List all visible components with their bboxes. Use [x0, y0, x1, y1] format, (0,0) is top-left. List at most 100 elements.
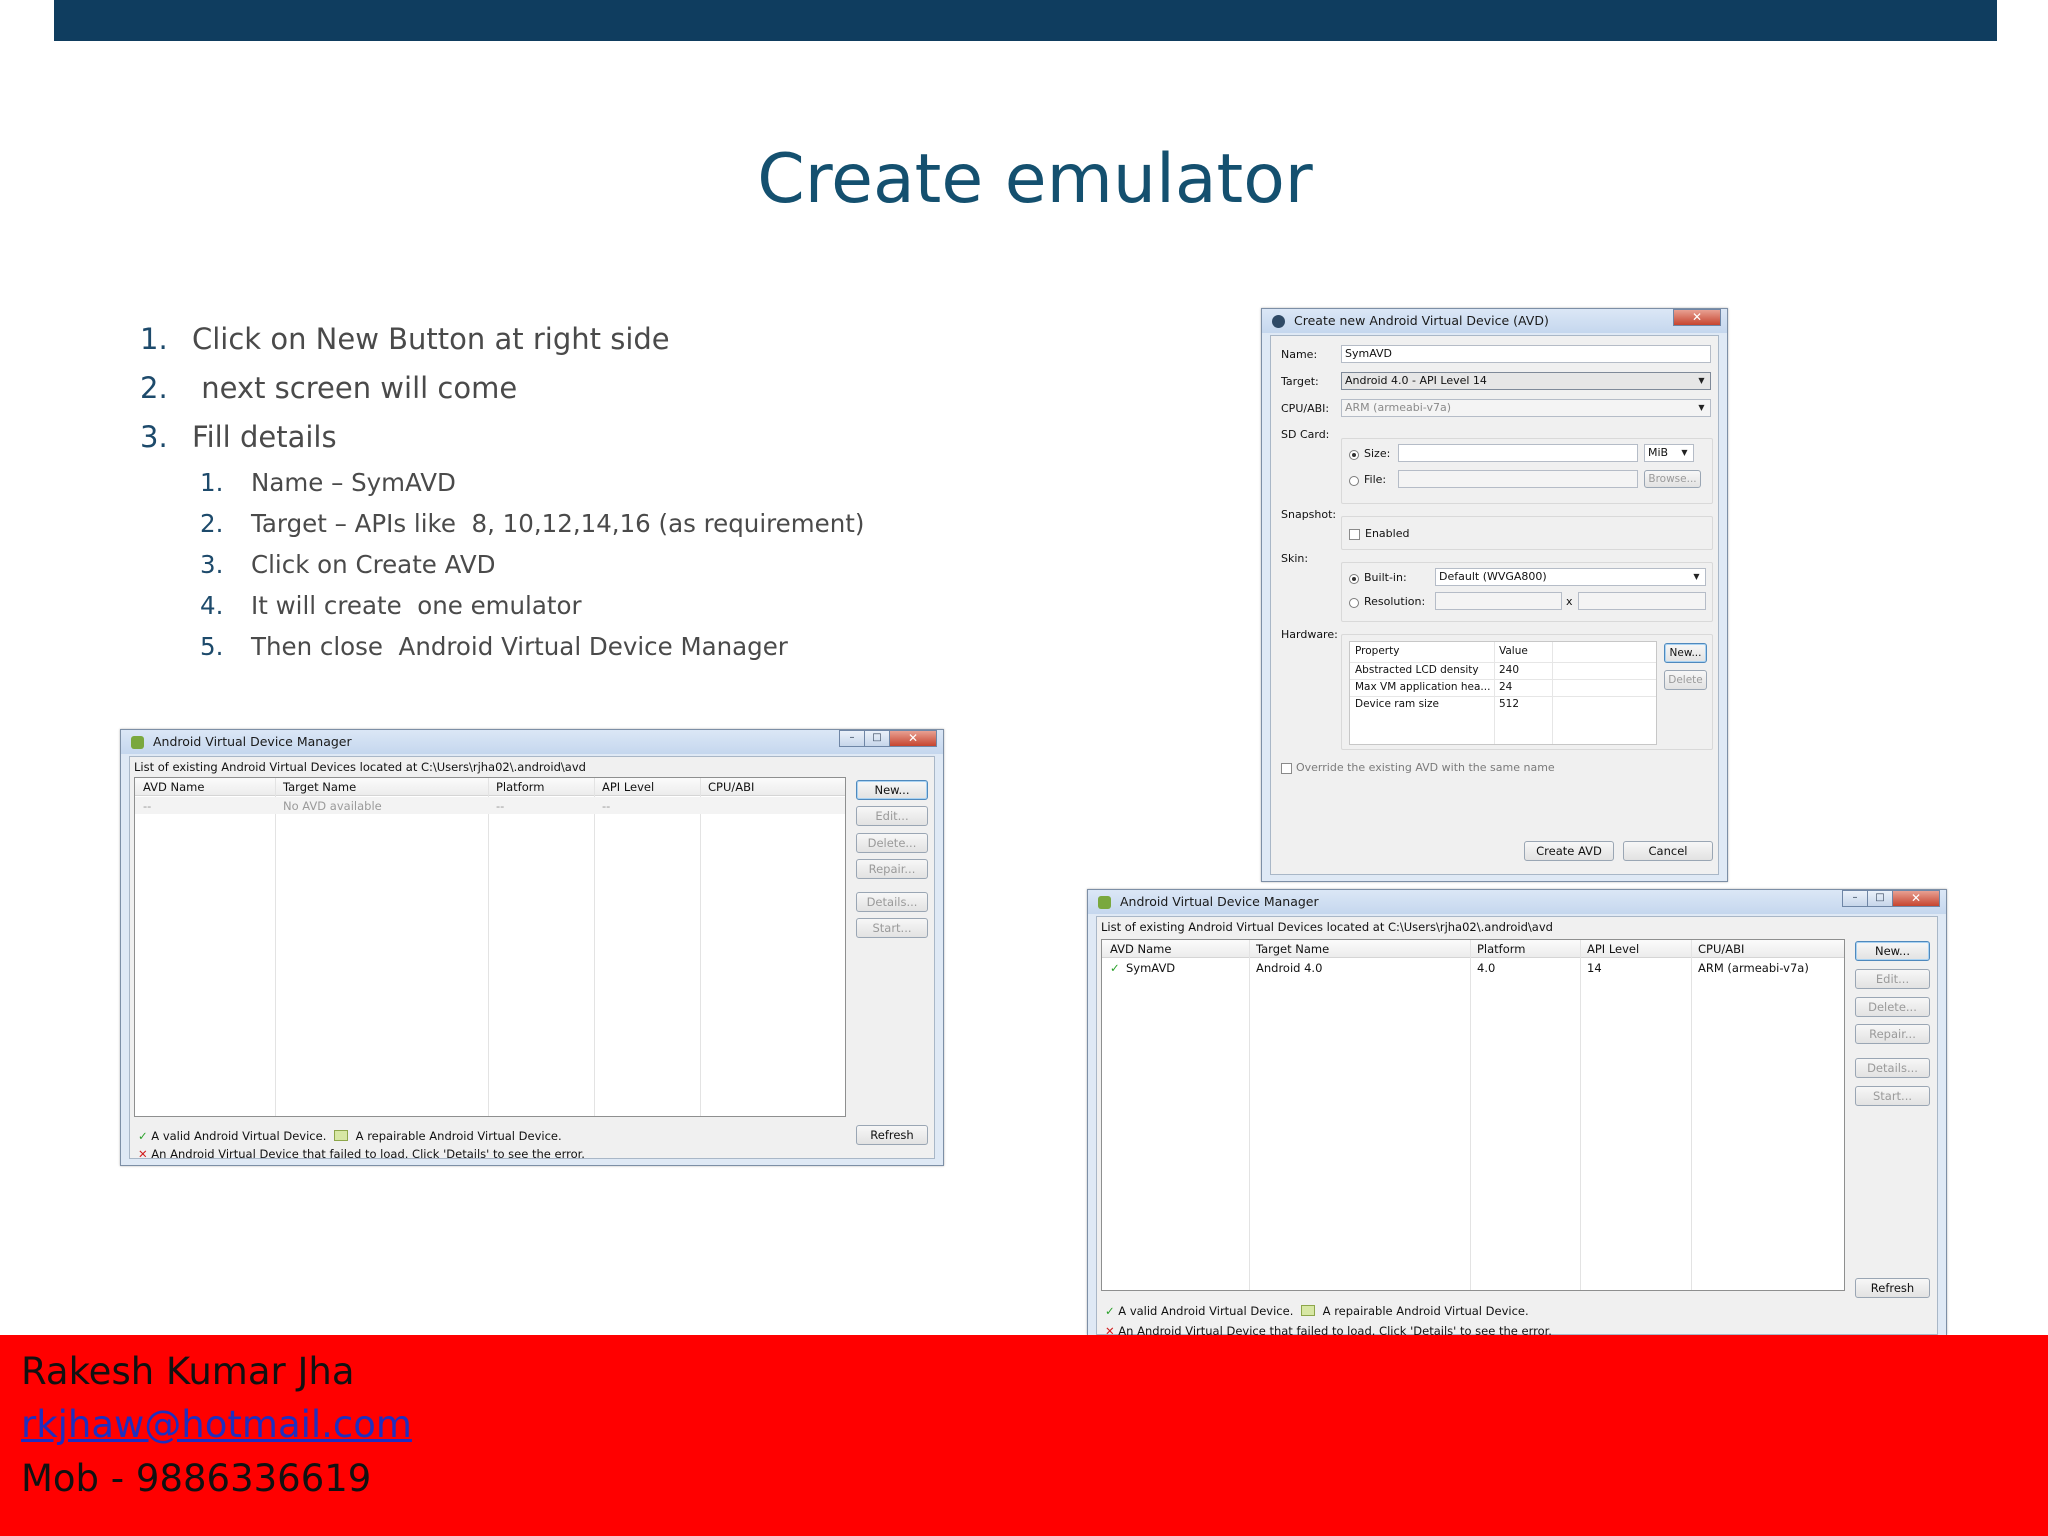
cpu-abi-value: ARM (armeabi-v7a) — [1345, 401, 1451, 414]
file-input[interactable] — [1398, 470, 1638, 488]
step-number: 1. — [140, 322, 168, 356]
top-accent-bar — [54, 0, 1997, 41]
column-header-cpu-abi[interactable]: CPU/ABI — [1698, 942, 1744, 956]
delete-button[interactable]: Delete... — [856, 833, 928, 853]
column-header-api-level[interactable]: API Level — [1587, 942, 1639, 956]
browse-button[interactable]: Browse... — [1644, 470, 1701, 488]
android-icon — [131, 736, 144, 749]
cell-avd-name: SymAVD — [1126, 961, 1176, 975]
chevron-down-icon: ▼ — [1693, 572, 1700, 581]
repairable-icon — [334, 1130, 349, 1141]
name-input[interactable]: SymAVD — [1341, 345, 1711, 363]
table-row[interactable]: Abstracted LCD density 240 — [1350, 662, 1656, 678]
column-divider — [1580, 940, 1581, 1290]
legend-failed: ✕ An Android Virtual Device that failed … — [138, 1147, 585, 1161]
size-unit-value: MiB — [1648, 446, 1669, 459]
avd-manager-window-populated: Android Virtual Device Manager – □ ✕ Lis… — [1087, 889, 1947, 1338]
column-header-avd-name[interactable]: AVD Name — [143, 780, 204, 794]
minimize-button[interactable]: – — [1842, 890, 1868, 907]
legend-valid-text: A valid Android Virtual Device. — [1118, 1304, 1294, 1318]
column-header-value: Value — [1499, 645, 1528, 657]
maximize-button[interactable]: □ — [864, 730, 890, 747]
hardware-new-button[interactable]: New... — [1664, 643, 1707, 663]
skin-select[interactable]: Default (WVGA800) ▼ — [1435, 568, 1706, 586]
column-header-target-name[interactable]: Target Name — [283, 780, 356, 794]
step-1: 1. Click on New Button at right side — [140, 316, 1040, 365]
create-avd-button[interactable]: Create AVD — [1524, 841, 1614, 861]
column-header-platform[interactable]: Platform — [1477, 942, 1526, 956]
resolution-radio[interactable] — [1349, 598, 1359, 608]
target-label: Target: — [1281, 375, 1319, 388]
table-row[interactable]: Max VM application hea... 24 — [1350, 679, 1656, 695]
error-x-icon: ✕ — [138, 1147, 148, 1161]
table-row[interactable]: Device ram size 512 — [1350, 696, 1656, 712]
column-header-avd-name[interactable]: AVD Name — [1110, 942, 1171, 956]
details-button[interactable]: Details... — [1855, 1058, 1930, 1078]
step-2: 2. next screen will come — [140, 365, 1040, 414]
cancel-button[interactable]: Cancel — [1623, 841, 1713, 861]
author-email-link[interactable]: rkjhaw@hotmail.com — [21, 1403, 412, 1446]
skin-label: Skin: — [1281, 552, 1309, 565]
avd-path-label: List of existing Android Virtual Devices… — [1101, 920, 1553, 934]
legend-repairable-text: A repairable Android Virtual Device. — [355, 1129, 562, 1143]
override-checkbox[interactable] — [1281, 763, 1292, 774]
snapshot-enabled-checkbox[interactable] — [1349, 529, 1360, 540]
resolution-width-input[interactable] — [1435, 592, 1562, 610]
cpu-abi-label: CPU/ABI: — [1281, 402, 1330, 415]
built-in-radio[interactable] — [1349, 574, 1359, 584]
repair-button[interactable]: Repair... — [1855, 1024, 1930, 1044]
close-button[interactable]: ✕ — [1892, 890, 1940, 907]
hardware-delete-button[interactable]: Delete — [1664, 670, 1707, 690]
new-button[interactable]: New... — [1855, 941, 1930, 961]
minimize-button[interactable]: – — [839, 730, 865, 747]
column-header-platform[interactable]: Platform — [496, 780, 545, 794]
check-icon: ✓ — [138, 1129, 148, 1143]
refresh-button[interactable]: Refresh — [856, 1125, 928, 1145]
file-radio[interactable] — [1349, 476, 1359, 486]
legend-failed-text: An Android Virtual Device that failed to… — [151, 1147, 585, 1161]
chevron-down-icon: ▼ — [1681, 448, 1688, 457]
substep-text: It will create one emulator — [251, 591, 582, 620]
column-header-target-name[interactable]: Target Name — [1256, 942, 1329, 956]
repairable-icon — [1301, 1305, 1316, 1316]
column-header-cpu-abi[interactable]: CPU/ABI — [708, 780, 754, 794]
legend-valid-repairable: ✓ A valid Android Virtual Device. A repa… — [138, 1129, 562, 1143]
window-body: List of existing Android Virtual Devices… — [1096, 916, 1938, 1338]
hardware-table[interactable]: Property Value Abstracted LCD density 24… — [1349, 641, 1657, 745]
maximize-button[interactable]: □ — [1867, 890, 1893, 907]
edit-button[interactable]: Edit... — [1855, 969, 1930, 989]
start-button[interactable]: Start... — [856, 918, 928, 938]
size-radio[interactable] — [1349, 450, 1359, 460]
window-controls: – □ ✕ — [1842, 890, 1940, 908]
column-header-api-level[interactable]: API Level — [602, 780, 654, 794]
step-3: 3. Fill details — [140, 414, 1040, 463]
details-button[interactable]: Details... — [856, 892, 928, 912]
close-button[interactable]: ✕ — [889, 730, 937, 747]
resolution-height-input[interactable] — [1578, 592, 1706, 610]
size-unit-select[interactable]: MiB ▼ — [1644, 444, 1694, 462]
cell-api-level: 14 — [1587, 961, 1602, 975]
edit-button[interactable]: Edit... — [856, 806, 928, 826]
cpu-abi-select[interactable]: ARM (armeabi-v7a) ▼ — [1341, 399, 1711, 417]
hardware-label: Hardware: — [1281, 628, 1338, 641]
new-button[interactable]: New... — [856, 780, 928, 800]
instruction-list: 1. Click on New Button at right side 2. n… — [140, 316, 1040, 668]
substep-5: 5. Then close Android Virtual Device Mana… — [140, 627, 1040, 668]
close-button[interactable]: ✕ — [1673, 309, 1721, 326]
step-text: Fill details — [192, 420, 337, 454]
window-controls: – □ ✕ — [839, 730, 937, 748]
refresh-button[interactable]: Refresh — [1855, 1278, 1930, 1298]
table-row[interactable]: -- No AVD available -- -- — [135, 797, 845, 814]
window-title: Android Virtual Device Manager — [1120, 894, 1319, 909]
window-title: Android Virtual Device Manager — [153, 734, 352, 749]
avd-table[interactable]: AVD Name Target Name Platform API Level … — [134, 777, 846, 1117]
substep-2: 2. Target – APIs like 8, 10,12,14,16 (as … — [140, 504, 1040, 545]
start-button[interactable]: Start... — [1855, 1086, 1930, 1106]
repair-button[interactable]: Repair... — [856, 859, 928, 879]
size-input[interactable] — [1398, 444, 1638, 462]
avd-table[interactable]: AVD Name Target Name Platform API Level … — [1101, 939, 1845, 1291]
cell-value: 24 — [1499, 681, 1513, 693]
target-select[interactable]: Android 4.0 - API Level 14 ▼ — [1341, 372, 1711, 390]
delete-button[interactable]: Delete... — [1855, 997, 1930, 1017]
table-row[interactable]: ✓ SymAVD Android 4.0 4.0 14 ARM (armeabi… — [1102, 959, 1844, 976]
